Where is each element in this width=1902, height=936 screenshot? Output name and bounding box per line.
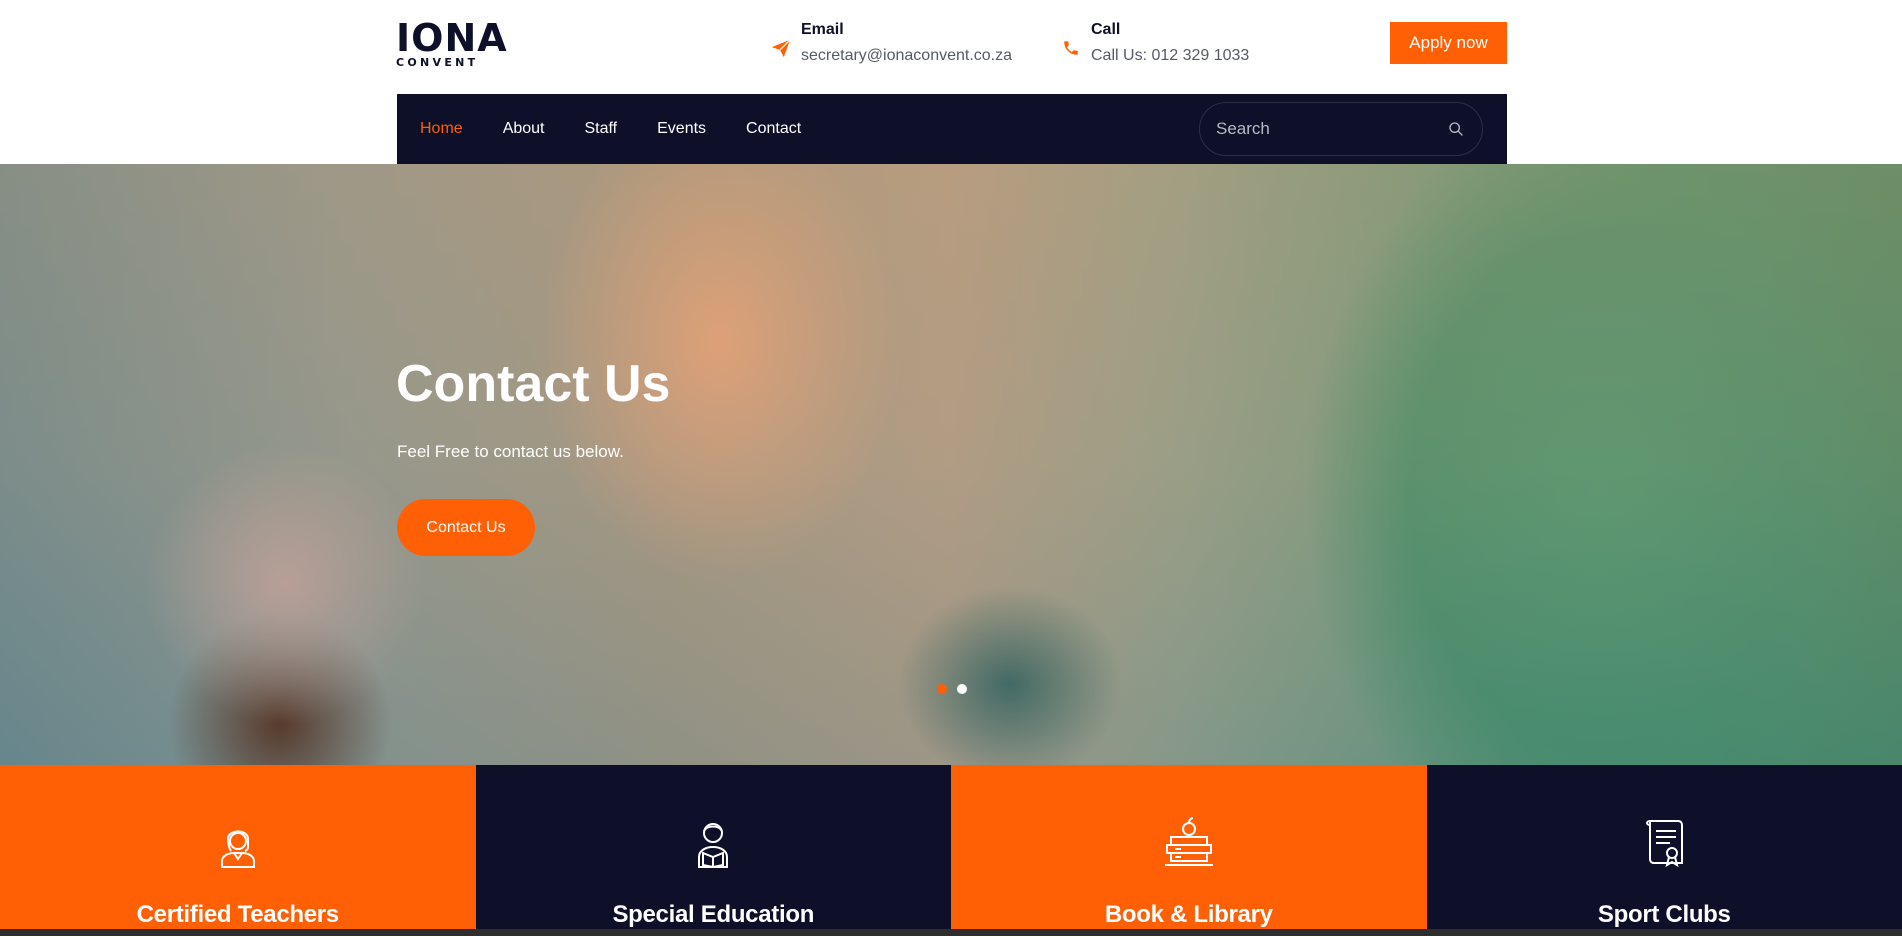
feature-label: Book & Library — [1104, 901, 1273, 928]
email-address[interactable]: secretary@ionaconvent.co.za — [801, 46, 1012, 66]
logo[interactable]: IONA CONVENT — [396, 18, 508, 69]
bottom-strip — [0, 929, 1902, 936]
slider-dot-2[interactable] — [957, 684, 967, 694]
nav-item-events[interactable]: Events — [657, 120, 706, 138]
hero-title: Contact Us — [396, 355, 671, 413]
feature-book-library[interactable]: Book & Library — [951, 765, 1427, 936]
nav-item-home[interactable]: Home — [420, 120, 463, 138]
logo-name: IONA — [396, 16, 508, 60]
phone-number[interactable]: Call Us: 012 329 1033 — [1091, 46, 1249, 66]
student-reading-icon — [685, 815, 741, 871]
books-apple-icon — [1161, 815, 1217, 871]
feature-label: Special Education — [612, 901, 815, 928]
slider-dots — [937, 684, 977, 694]
paper-plane-icon — [761, 28, 801, 68]
nav-item-staff[interactable]: Staff — [585, 120, 618, 138]
feature-tiles: Certified Teachers Special Education Boo… — [0, 765, 1902, 936]
certificate-scroll-icon — [1636, 815, 1692, 871]
nav-menu: Home About Staff Events Contact — [420, 94, 841, 164]
top-header: IONA CONVENT Email secretary@ionaconvent… — [0, 0, 1902, 94]
email-contact: Email secretary@ionaconvent.co.za — [761, 20, 1012, 68]
apply-now-button[interactable]: Apply now — [1390, 22, 1507, 64]
call-contact: Call Call Us: 012 329 1033 — [1051, 20, 1249, 68]
nav-item-contact[interactable]: Contact — [746, 120, 801, 138]
main-nav: Home About Staff Events Contact — [397, 94, 1507, 164]
feature-label: Sport Clubs — [1597, 901, 1731, 928]
email-title: Email — [801, 21, 844, 38]
search-box — [1199, 102, 1483, 156]
call-title: Call — [1091, 21, 1121, 38]
feature-sport-clubs[interactable]: Sport Clubs — [1426, 765, 1902, 936]
feature-label: Certified Teachers — [136, 901, 340, 928]
search-icon[interactable] — [1446, 119, 1466, 139]
hero-subtitle: Feel Free to contact us below. — [397, 442, 624, 461]
slider-dot-1[interactable] — [937, 684, 947, 694]
feature-special-education[interactable]: Special Education — [475, 765, 951, 936]
teacher-icon — [210, 815, 266, 871]
hero-image-overlay — [0, 164, 1902, 765]
feature-certified-teachers[interactable]: Certified Teachers — [0, 765, 476, 936]
nav-item-about[interactable]: About — [503, 120, 545, 138]
hero-slider: Contact Us Feel Free to contact us below… — [0, 164, 1902, 765]
search-input[interactable] — [1216, 119, 1446, 139]
phone-icon — [1051, 28, 1091, 68]
contact-us-button[interactable]: Contact Us — [397, 499, 535, 556]
